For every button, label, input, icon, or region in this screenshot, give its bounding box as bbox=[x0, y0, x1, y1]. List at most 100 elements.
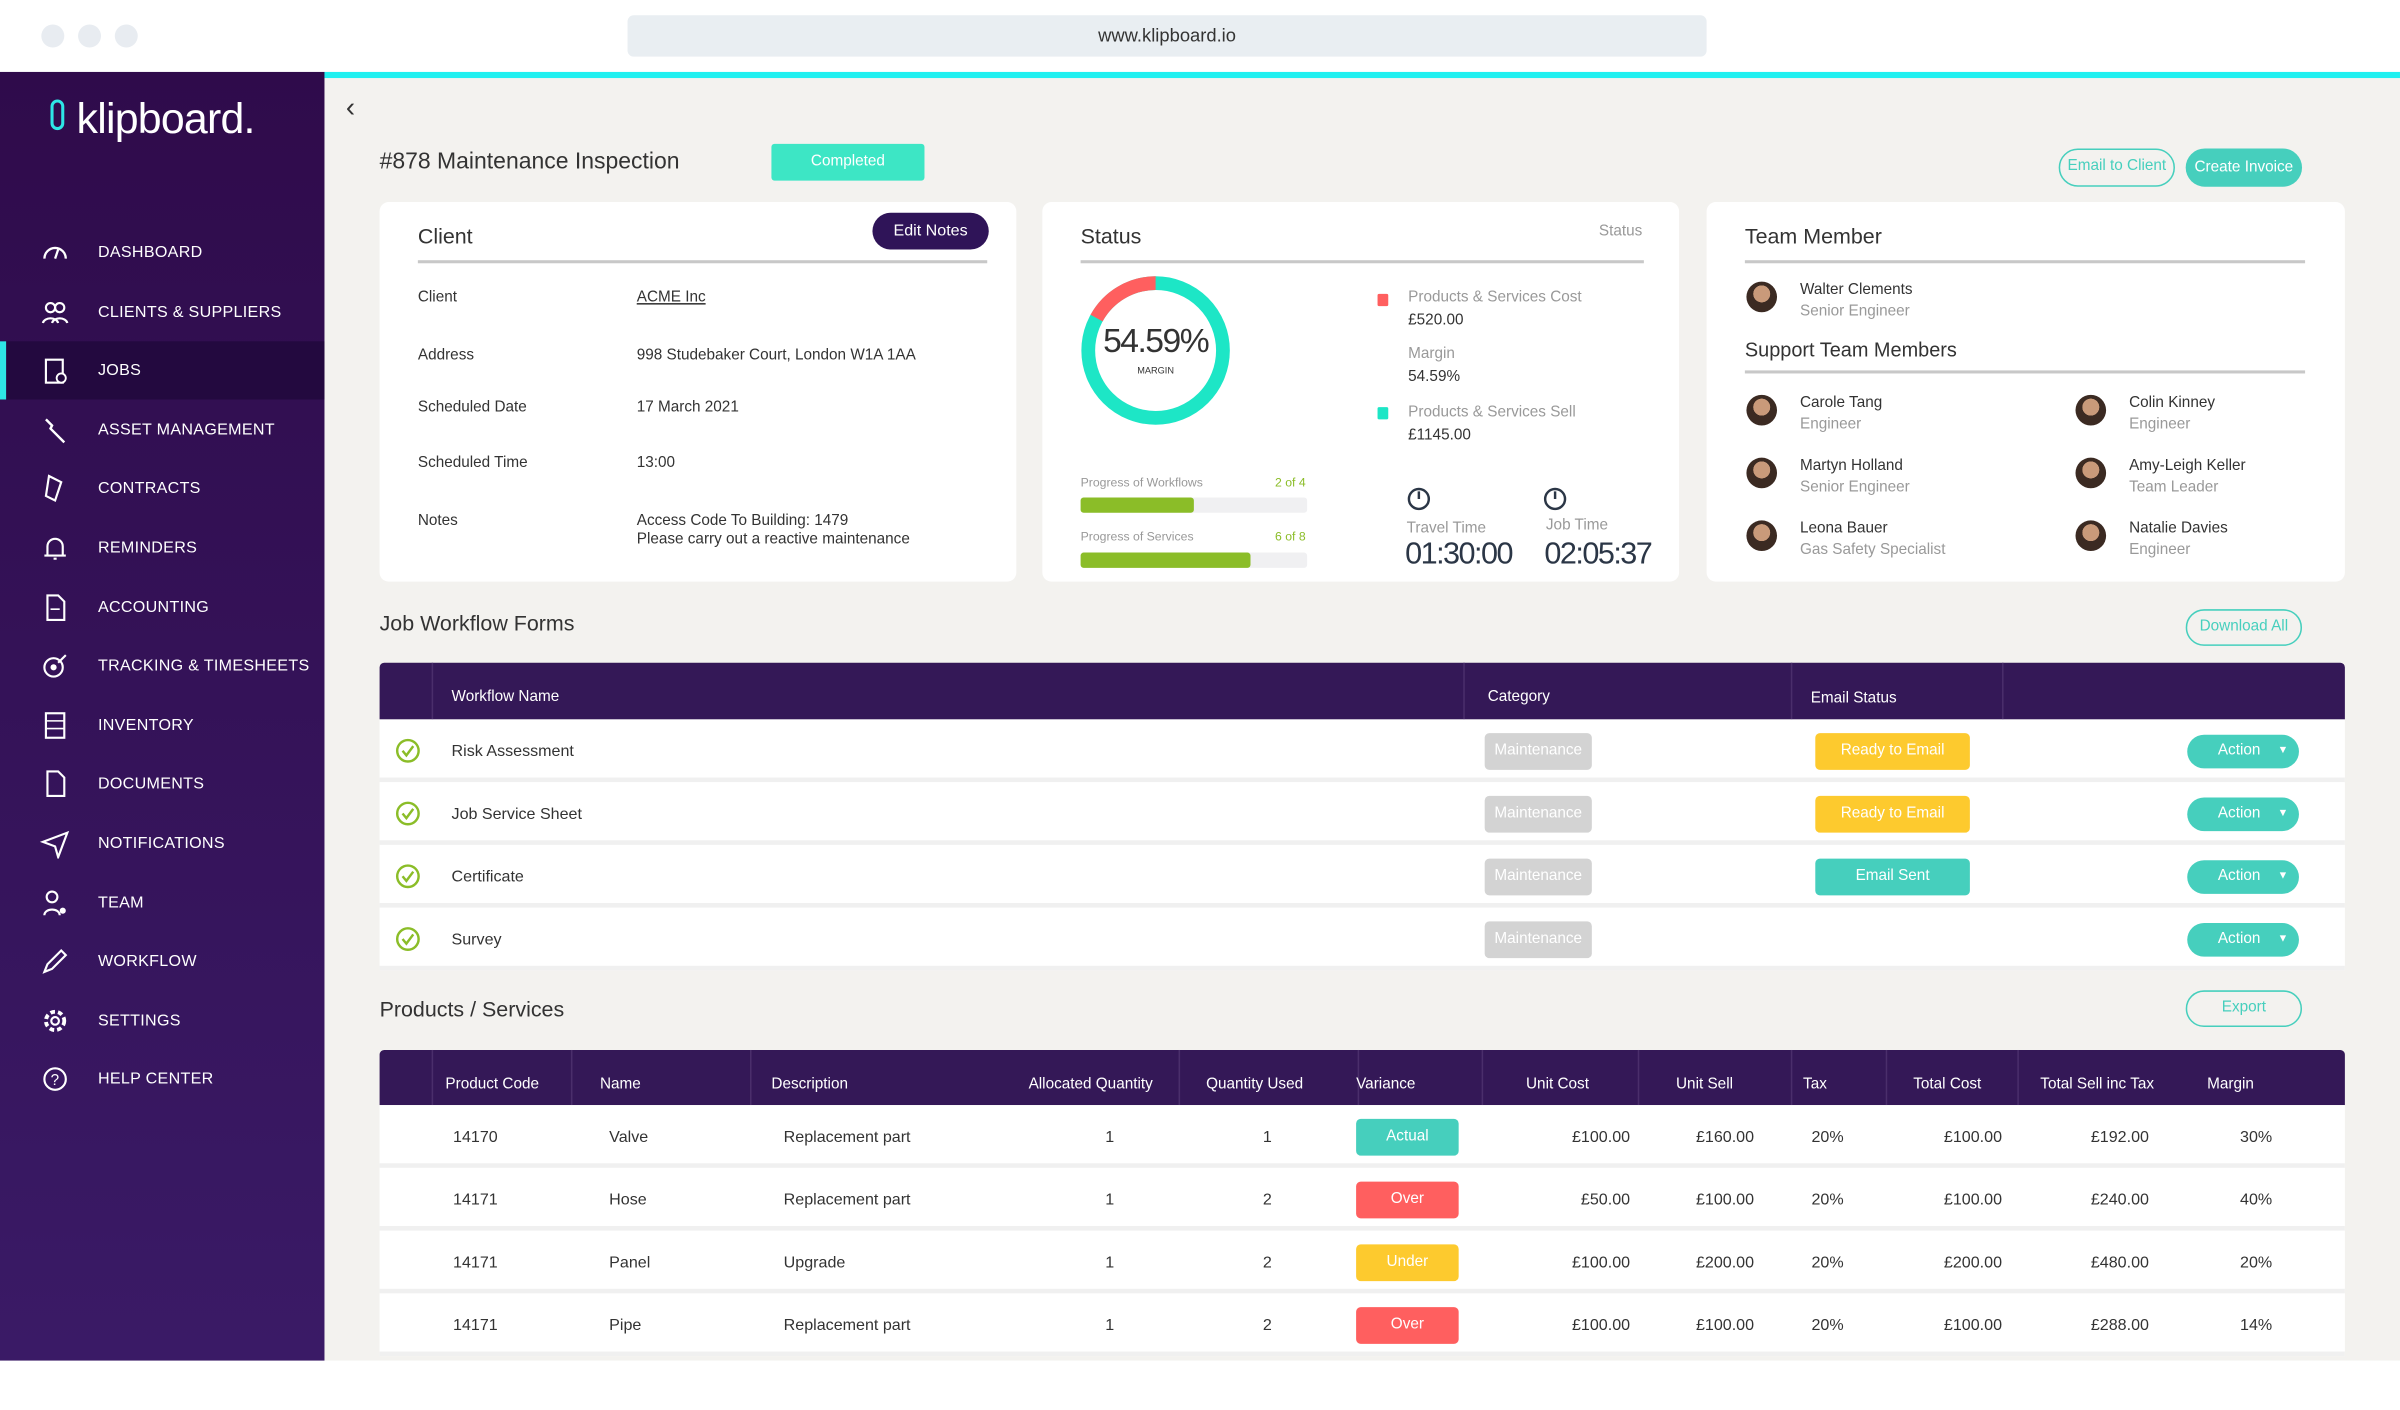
member-name: Martyn Holland bbox=[1799, 457, 1903, 475]
sidebar-item-help-center[interactable]: ? HELP CENTER bbox=[0, 1051, 324, 1109]
table-row: Job Service Sheet Maintenance Ready to Ema… bbox=[379, 782, 2345, 845]
sidebar-item-clients-suppliers[interactable]: CLIENTS & SUPPLIERS bbox=[0, 283, 324, 341]
cell-quantity-used: 2 bbox=[1262, 1190, 1272, 1210]
services-progress-fill bbox=[1080, 552, 1251, 568]
field-value: 13:00 bbox=[636, 454, 676, 472]
column-divider bbox=[431, 1049, 434, 1106]
field-label: Notes bbox=[417, 512, 458, 530]
check-circle-icon bbox=[395, 864, 420, 889]
member-role: Engineer bbox=[2129, 541, 2191, 559]
column-header: Workflow Name bbox=[451, 688, 560, 706]
action-dropdown-button[interactable]: Action ▼ bbox=[2187, 922, 2299, 957]
sidebar-item-reminders[interactable]: REMINDERS bbox=[0, 519, 324, 577]
email-to-client-button[interactable]: Email to Client bbox=[2058, 148, 2175, 187]
back-chevron-icon[interactable]: ‹ bbox=[346, 92, 355, 124]
window-maximize-dot[interactable] bbox=[114, 24, 138, 48]
cost-value: £520.00 bbox=[1408, 312, 1464, 330]
cell-total-cost: £100.00 bbox=[1943, 1316, 2003, 1335]
workflows-progress-fill bbox=[1080, 497, 1194, 513]
sidebar-item-asset-management[interactable]: ASSET MANAGEMENT bbox=[0, 401, 324, 459]
action-label: Action bbox=[2217, 930, 2261, 948]
member-role: Engineer bbox=[1799, 416, 1862, 434]
cell-allocated-quantity: 1 bbox=[1105, 1316, 1115, 1335]
member-name: Natalie Davies bbox=[2129, 520, 2228, 538]
sidebar-item-label: REMINDERS bbox=[97, 538, 198, 558]
workflow-name[interactable]: Certificate bbox=[452, 868, 524, 886]
table-row: 14171 Pipe Replacement part 1 2 Over £100.00 £1… bbox=[379, 1293, 2345, 1357]
divider bbox=[417, 260, 988, 264]
donut-center-label: MARGIN bbox=[1137, 367, 1174, 377]
sidebar-item-settings[interactable]: SETTINGS bbox=[0, 992, 324, 1050]
export-button[interactable]: Export bbox=[2185, 990, 2303, 1028]
member-name: Amy-Leigh Keller bbox=[2129, 457, 2246, 475]
column-header: Category bbox=[1487, 688, 1550, 706]
sidebar-item-label: TRACKING & TIMESHEETS bbox=[97, 656, 310, 676]
caret-down-icon: ▼ bbox=[2277, 808, 2289, 819]
cell-margin: 30% bbox=[2240, 1128, 2273, 1147]
sidebar-item-team[interactable]: TEAM bbox=[0, 873, 324, 931]
bell-icon bbox=[40, 533, 71, 564]
action-dropdown-button[interactable]: Action ▼ bbox=[2187, 797, 2299, 832]
category-chip: Maintenance bbox=[1484, 733, 1592, 770]
workflow-name[interactable]: Job Service Sheet bbox=[452, 805, 582, 823]
divider bbox=[1744, 370, 2306, 374]
sidebar-item-tracking-timesheets[interactable]: TRACKING & TIMESHEETS bbox=[0, 637, 324, 695]
cell-total-cost: £100.00 bbox=[1943, 1190, 2003, 1210]
cell-unit-sell: £200.00 bbox=[1695, 1253, 1755, 1272]
help-icon: ? bbox=[40, 1064, 71, 1095]
sidebar-item-contracts[interactable]: CONTRACTS bbox=[0, 460, 324, 518]
sidebar-item-inventory[interactable]: INVENTORY bbox=[0, 696, 324, 754]
logo[interactable]: klipboard. bbox=[49, 95, 255, 144]
field-value: Please carry out a reactive maintenance bbox=[636, 531, 910, 548]
window-minimize-dot[interactable] bbox=[78, 24, 102, 48]
column-header: Product Code bbox=[445, 1076, 540, 1093]
cell-unit-cost: £100.00 bbox=[1571, 1253, 1631, 1272]
team-lead-role: Senior Engineer bbox=[1799, 303, 1910, 320]
cell-total-cost: £200.00 bbox=[1943, 1253, 2003, 1272]
column-header: Unit Cost bbox=[1526, 1076, 1589, 1093]
workflow-name[interactable]: Survey bbox=[452, 931, 502, 949]
cell-unit-sell: £100.00 bbox=[1695, 1316, 1755, 1335]
cost-legend-swatch bbox=[1377, 293, 1389, 307]
action-dropdown-button[interactable]: Action ▼ bbox=[2187, 860, 2299, 894]
caret-down-icon: ▼ bbox=[2277, 933, 2289, 945]
sidebar-item-accounting[interactable]: ACCOUNTING bbox=[0, 578, 324, 636]
sidebar-item-documents[interactable]: DOCUMENTS bbox=[0, 755, 324, 813]
sidebar-item-dashboard[interactable]: DASHBOARD bbox=[0, 223, 324, 281]
window-close-dot[interactable] bbox=[41, 24, 65, 48]
action-dropdown-button[interactable]: Action ▼ bbox=[2187, 734, 2299, 769]
cell-product-code: 14170 bbox=[453, 1128, 498, 1147]
variance-chip: Over bbox=[1356, 1181, 1459, 1219]
divider bbox=[1080, 260, 1644, 264]
create-invoice-button[interactable]: Create Invoice bbox=[2185, 148, 2303, 187]
field-label: Address bbox=[417, 347, 475, 365]
cell-unit-sell: £160.00 bbox=[1695, 1128, 1755, 1147]
services-progress-label: Progress of Services bbox=[1080, 529, 1194, 544]
download-all-button[interactable]: Download All bbox=[2185, 609, 2303, 646]
client-link[interactable]: ACME Inc bbox=[637, 289, 706, 306]
gear-icon bbox=[40, 1005, 71, 1036]
caret-down-icon: ▼ bbox=[2277, 745, 2289, 757]
workflow-name[interactable]: Risk Assessment bbox=[452, 742, 574, 760]
email-status-chip: Ready to Email bbox=[1815, 733, 1970, 770]
travel-time-value: 01:30:00 bbox=[1405, 537, 1513, 571]
sidebar-item-workflow[interactable]: WORKFLOW bbox=[0, 932, 324, 990]
edit-notes-button[interactable]: Edit Notes bbox=[872, 212, 989, 250]
column-header: Variance bbox=[1356, 1076, 1416, 1093]
column-divider bbox=[1178, 1049, 1181, 1106]
sidebar-item-label: ASSET MANAGEMENT bbox=[97, 420, 275, 439]
travel-time-label: Travel Time bbox=[1406, 520, 1487, 538]
cell-unit-cost: £100.00 bbox=[1571, 1128, 1631, 1147]
field-value: Access Code To Building: 1479 bbox=[636, 512, 849, 530]
email-status-chip: Ready to Email bbox=[1815, 795, 1970, 833]
address-bar[interactable]: www.klipboard.io bbox=[627, 15, 1707, 57]
cell-product-code: 14171 bbox=[453, 1190, 498, 1210]
category-chip: Maintenance bbox=[1484, 795, 1592, 833]
gauge-icon bbox=[40, 237, 71, 268]
sidebar-item-jobs[interactable]: JOBS bbox=[0, 341, 325, 400]
stopwatch-icon bbox=[1543, 487, 1567, 511]
cell-unit-cost: £100.00 bbox=[1571, 1316, 1631, 1335]
member-role: Senior Engineer bbox=[1799, 479, 1910, 496]
sidebar-item-notifications[interactable]: NOTIFICATIONS bbox=[0, 814, 324, 872]
client-card: Client Edit Notes Client ACME Inc Address 9… bbox=[379, 202, 1017, 582]
